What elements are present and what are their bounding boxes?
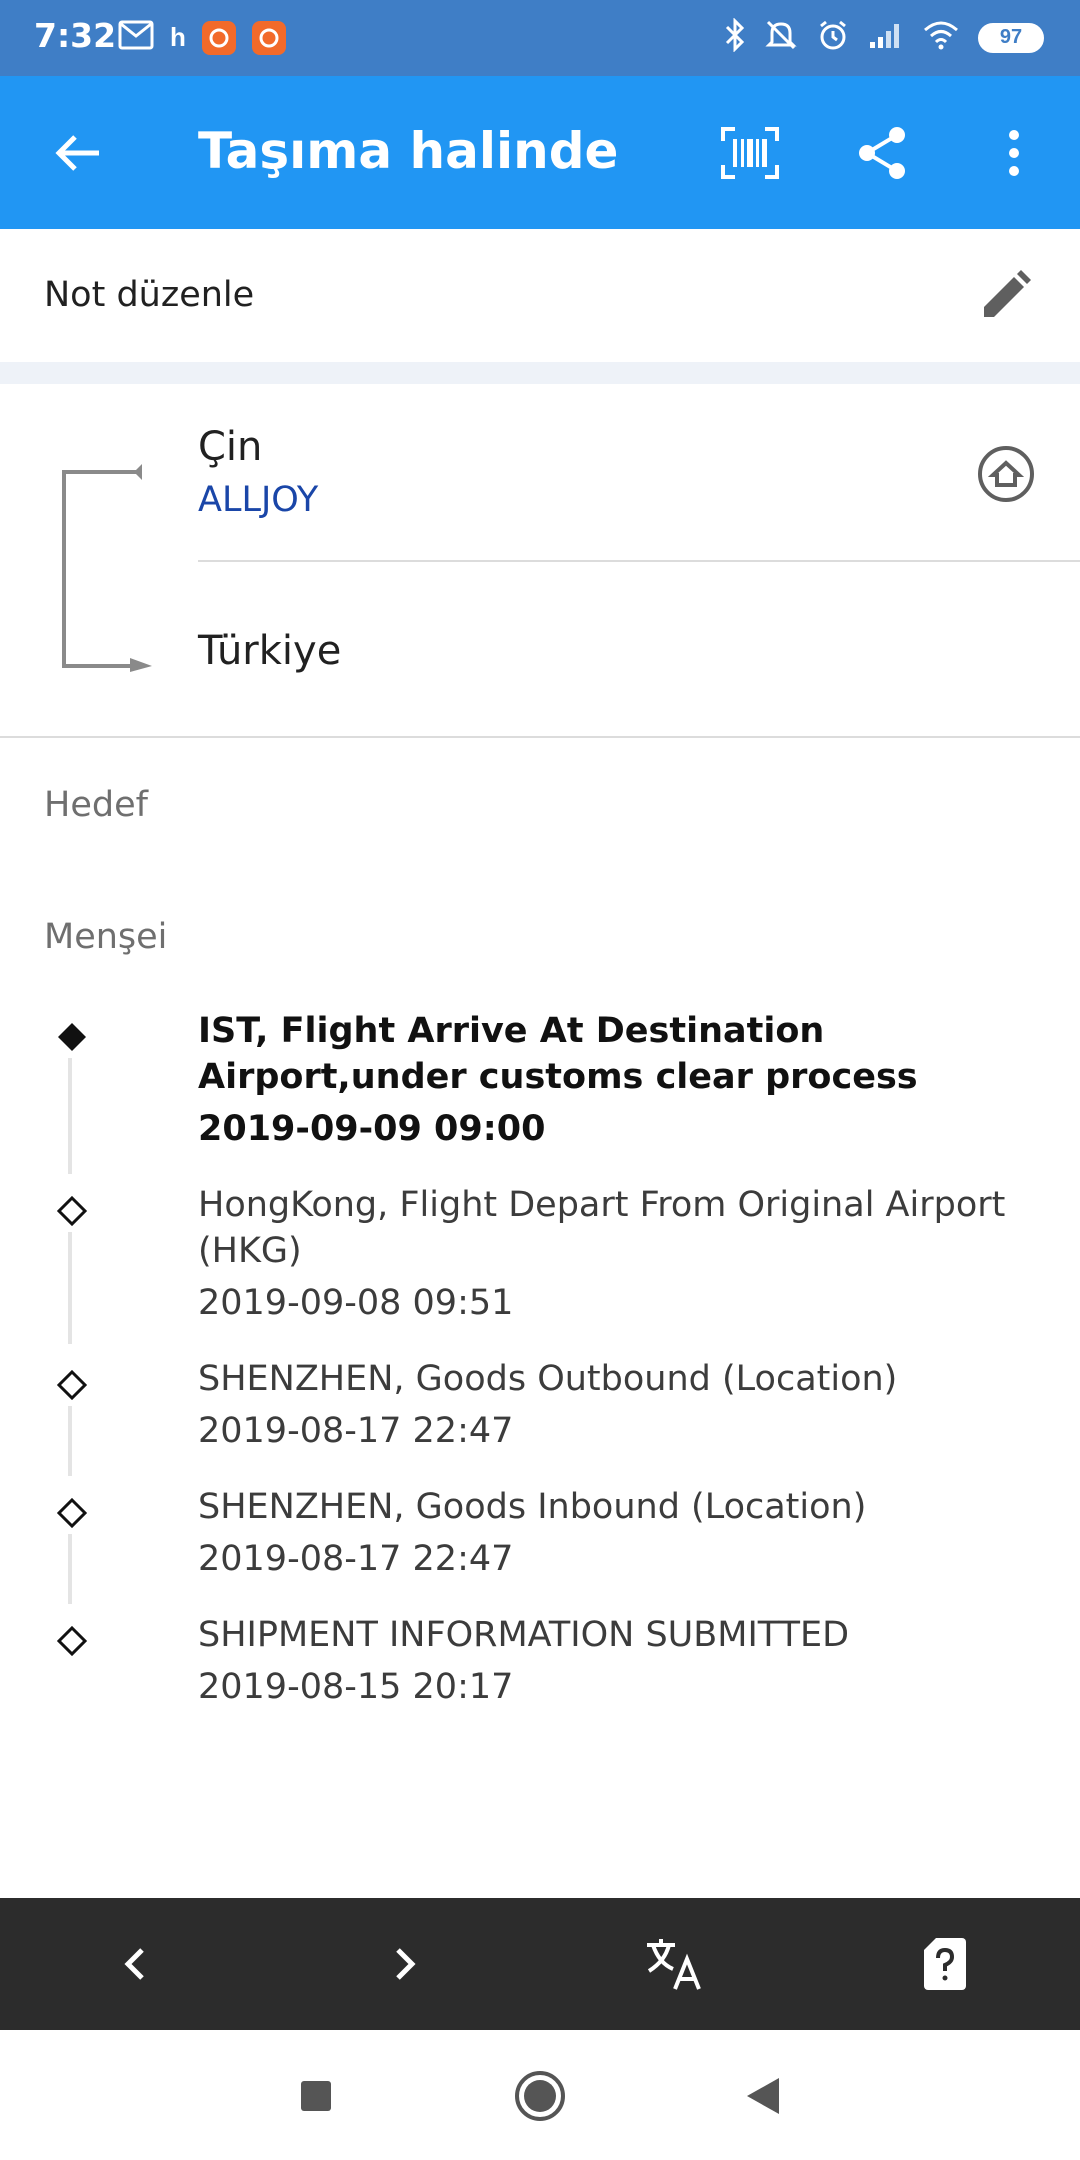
bluetooth-icon xyxy=(724,17,746,57)
timeline-connector xyxy=(68,1406,72,1476)
route-bracket-icon xyxy=(56,464,152,679)
origin-country: Çin xyxy=(198,424,263,470)
system-nav-bar xyxy=(0,2030,1080,2160)
event-date: 2019-09-09 09:00 xyxy=(198,1109,546,1149)
hollow-diamond-icon xyxy=(56,1625,88,1657)
barcode-icon[interactable] xyxy=(717,120,783,186)
app-notification-icon xyxy=(251,20,286,55)
status-time: 7:32 xyxy=(34,16,117,55)
event-description: SHENZHEN, Goods Outbound (Location) xyxy=(198,1359,898,1399)
origin-section-label: Menşei xyxy=(44,917,168,957)
carrier-h: h xyxy=(170,22,186,52)
signal-icon xyxy=(868,20,904,55)
hollow-diamond-icon xyxy=(56,1195,88,1227)
bottom-toolbar xyxy=(0,1898,1080,2030)
timeline-connector xyxy=(68,1232,72,1344)
share-icon[interactable] xyxy=(849,120,915,186)
filled-diamond-icon xyxy=(57,1022,86,1051)
home-delivery-icon[interactable] xyxy=(976,444,1036,504)
edit-note-row[interactable]: Not düzenle xyxy=(0,229,1080,362)
more-vert-icon[interactable] xyxy=(981,120,1047,186)
event-description: SHIPMENT INFORMATION SUBMITTED xyxy=(198,1615,850,1655)
pencil-icon[interactable] xyxy=(976,265,1036,325)
recents-square-icon[interactable] xyxy=(288,2068,344,2124)
wifi-icon xyxy=(922,20,960,55)
chevron-left-icon[interactable] xyxy=(105,1934,165,1994)
app-bar: Taşıma halinde xyxy=(0,76,1080,229)
section-divider xyxy=(0,362,1080,384)
edit-note-label: Not düzenle xyxy=(44,275,255,315)
help-card-icon[interactable] xyxy=(915,1934,975,1994)
carrier-link[interactable]: ALLJOY xyxy=(198,480,318,520)
timeline-connector xyxy=(68,1058,72,1174)
event-description: IST, Flight Arrive At Destination Airpor… xyxy=(198,1011,918,1097)
event-date: 2019-08-15 20:17 xyxy=(198,1667,514,1707)
back-arrow-icon[interactable] xyxy=(44,120,110,186)
destination-country: Türkiye xyxy=(198,628,342,674)
event-date: 2019-08-17 22:47 xyxy=(198,1539,514,1579)
mute-icon xyxy=(764,18,798,57)
route-divider xyxy=(198,560,1080,562)
alarm-icon xyxy=(816,18,850,57)
chevron-right-icon[interactable] xyxy=(375,1934,435,1994)
back-triangle-icon[interactable] xyxy=(735,2068,791,2124)
timeline-connector xyxy=(68,1534,72,1604)
translate-icon[interactable] xyxy=(645,1934,705,1994)
status-bar: 7:32 h 97 xyxy=(0,0,1080,76)
home-circle-icon[interactable] xyxy=(512,2068,568,2124)
destination-section-label: Hedef xyxy=(44,785,148,825)
battery-icon: 97 xyxy=(978,22,1044,53)
hollow-diamond-icon xyxy=(56,1369,88,1401)
app-notification-icon xyxy=(201,20,236,55)
event-description: SHENZHEN, Goods Inbound (Location) xyxy=(198,1487,867,1527)
event-description: HongKong, Flight Depart From Original Ai… xyxy=(198,1185,1006,1271)
hollow-diamond-icon xyxy=(56,1497,88,1529)
route-card: Çin ALLJOY Türkiye xyxy=(0,384,1080,738)
page-title: Taşıma halinde xyxy=(198,122,619,180)
event-date: 2019-08-17 22:47 xyxy=(198,1411,514,1451)
event-date: 2019-09-08 09:51 xyxy=(198,1283,514,1323)
gmail-icon xyxy=(118,20,154,55)
